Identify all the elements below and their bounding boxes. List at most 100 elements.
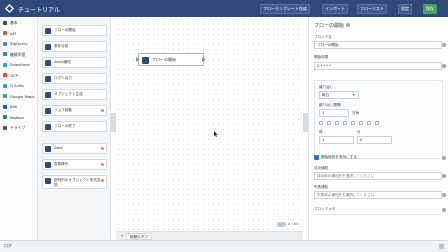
sidebar-item[interactable]: GCP	[0, 71, 38, 80]
sidebar-item-label: API	[10, 30, 17, 36]
hour-select[interactable]: 1	[319, 136, 354, 144]
flow-canvas[interactable]	[116, 17, 303, 231]
palette-block[interactable]: 配列内のオブジェクト形式変換	[42, 175, 107, 189]
info-badge-icon[interactable]	[101, 147, 104, 150]
weekday-checkbox-1[interactable]	[319, 121, 323, 125]
log-bar[interactable]: ログ	[0, 240, 448, 252]
sidebar-item-label: 機械学習	[10, 51, 26, 57]
weekday-checkbox-6[interactable]	[359, 121, 363, 125]
palette-block[interactable]: フローの開始	[42, 25, 107, 36]
property-panel: フローの開始 ブロック名 フローの開始 開始時間 0 * * * * 繰り返し …	[308, 17, 448, 240]
sidebar-item[interactable]: 基本	[0, 18, 38, 27]
sidebar-item-label: Google Maps	[10, 93, 35, 99]
memo-divider	[314, 214, 443, 215]
flow-template-button[interactable]: フローテンプレート作成	[260, 4, 310, 14]
info-badge-icon[interactable]	[101, 179, 104, 182]
success-notify-label: 成功通知	[314, 166, 329, 170]
weekday-checkbox-3[interactable]	[335, 121, 339, 125]
weekday-checkbox-5[interactable]	[351, 121, 355, 125]
sidebar-item[interactable]: API	[0, 29, 38, 38]
sidebar-item[interactable]: Watson	[0, 113, 38, 122]
palette-block[interactable]: ログへ出力	[42, 73, 107, 84]
block-icon	[45, 178, 51, 184]
category-icon	[3, 52, 7, 56]
help-icon[interactable]	[346, 23, 350, 27]
failure-notify-select[interactable]: 失敗時の通知先を選択してください	[314, 191, 442, 199]
log-label: ログ	[4, 243, 12, 248]
success-notify-select[interactable]: 成功時の通知先を選択してください	[314, 172, 442, 180]
info-badge-icon[interactable]	[101, 163, 104, 166]
canvas-tab-bar: + 無題のタブ	[116, 231, 303, 240]
block-icon	[45, 44, 51, 50]
block-name-label: ブロック名	[314, 35, 332, 39]
interval-unit: 日毎	[352, 111, 360, 115]
palette-block[interactable]: オブジェクト生成	[42, 89, 107, 100]
enable-gear-icon[interactable]	[442, 156, 446, 160]
flow-start-icon	[142, 56, 149, 64]
add-tab-button[interactable]: +	[118, 233, 126, 240]
failure-gear-icon[interactable]	[442, 193, 446, 197]
weekday-checkbox-7[interactable]	[367, 121, 371, 125]
node-input-port[interactable]	[136, 57, 140, 62]
schedule-field[interactable]: 0 * * * *	[314, 62, 442, 70]
block-memo-label: ブロックメモ	[314, 207, 336, 211]
node-label: フローの開始	[152, 57, 176, 62]
block-name-field[interactable]: フローの開始	[314, 41, 442, 49]
memo-gear-icon[interactable]	[442, 208, 446, 212]
import-button[interactable]: インポート	[322, 4, 348, 14]
sidebar-item[interactable]: BigQuery	[0, 39, 38, 48]
interval-label: 繰り返し間隔	[319, 103, 341, 107]
sidebar-item-label: G Suite	[10, 83, 24, 88]
block-icon	[45, 162, 51, 168]
palette-block[interactable]: 変数操作	[42, 159, 107, 170]
minute-select[interactable]: 0	[357, 136, 392, 144]
block-icon	[45, 28, 51, 34]
palette-block-label: 変数操作	[54, 162, 69, 166]
palette-block[interactable]: Slack通知	[42, 57, 107, 68]
category-icon	[3, 20, 7, 25]
zoom-toggle[interactable]	[277, 222, 286, 227]
sidebar-item[interactable]: ドライブ	[0, 123, 38, 132]
palette-block-label: ジョブ起動	[54, 108, 72, 112]
block-name-gear-icon[interactable]	[442, 43, 446, 47]
palette-block[interactable]: 条件分岐	[42, 41, 107, 52]
sidebar-item[interactable]: Box	[0, 102, 38, 111]
sidebar-item[interactable]: Google Maps	[0, 92, 38, 101]
category-icon	[3, 41, 7, 46]
palette-block-label: 配列内のオブジェクト形式変換	[54, 178, 101, 187]
top-bar: チュートリアル フローテンプレート作成 インポート フローリスト 設定 保存	[0, 0, 448, 17]
zoom-level: 0 / 60	[288, 222, 299, 226]
weekday-checkbox-4[interactable]	[343, 121, 347, 125]
sidebar-item[interactable]: Salesforce	[0, 60, 38, 69]
block-icon	[45, 76, 51, 82]
enable-schedule-checkbox[interactable]	[314, 155, 319, 160]
tab-untitled[interactable]: 無題のタブ	[126, 233, 152, 240]
palette-block-label: フローの開始	[54, 28, 76, 32]
palette-block[interactable]: Data	[42, 143, 107, 154]
settings-button[interactable]: 設定	[398, 4, 412, 14]
category-icon	[3, 94, 7, 98]
block-icon	[45, 108, 51, 114]
category-icon	[3, 115, 7, 119]
import-label: インポート	[325, 6, 345, 11]
interval-field[interactable]: 1	[319, 109, 349, 117]
repeat-chevron-down-icon: ▾	[353, 93, 355, 97]
save-button[interactable]: 保存	[423, 4, 437, 14]
sidebar-item-label: BigQuery	[10, 41, 28, 46]
palette-block-label: Slack通知	[54, 60, 71, 64]
sidebar-item[interactable]: 機械学習	[0, 50, 38, 59]
sidebar-item[interactable]: G Suite	[0, 81, 38, 90]
palette-block[interactable]: ジョブ起動	[42, 105, 107, 116]
weekday-checkbox-8[interactable]	[375, 121, 379, 125]
flow-list-button[interactable]: フローリスト	[357, 4, 387, 14]
sidebar-item-label: Watson	[10, 114, 25, 120]
success-gear-icon[interactable]	[442, 174, 446, 178]
palette-block-label: Data	[54, 146, 63, 150]
schedule-gear-icon[interactable]	[442, 64, 446, 68]
log-toggle-icon[interactable]	[439, 244, 444, 249]
flow-start-node[interactable]: フローの開始	[136, 53, 206, 66]
info-badge-icon[interactable]	[101, 109, 104, 112]
category-icon	[3, 125, 7, 130]
weekday-checkbox-2[interactable]	[327, 121, 331, 125]
palette-block[interactable]: フローの終了	[42, 121, 107, 132]
